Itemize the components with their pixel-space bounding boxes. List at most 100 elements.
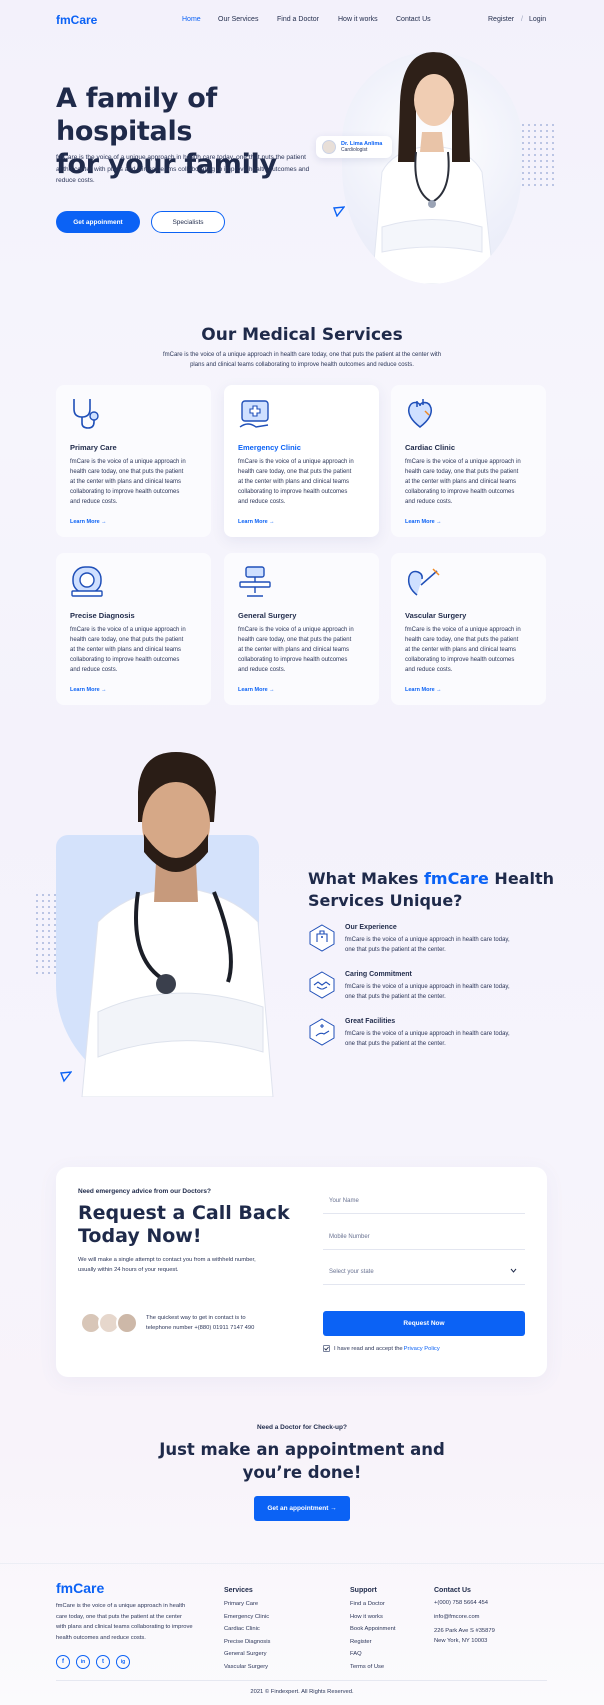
unique-title-brand: fmCare [423,869,489,888]
footer-support-head: Support [350,1587,377,1594]
footer-service-link[interactable]: General Surgery [224,1648,270,1661]
footer-about-line: health outcomes and reduce costs. [56,1634,146,1641]
service-card-text-line: health care today, one that puts the pat… [70,469,184,475]
service-card-text-line: fmCare is the voice of a unique approach… [238,459,354,465]
learn-more-link[interactable]: Learn More → [70,687,107,693]
nav-find-doctor[interactable]: Find a Doctor [277,16,319,23]
footer-contact-list: +(000) 758 5664 454 info@fmcore.com 226 … [434,1598,495,1646]
nav-home[interactable]: Home [182,16,201,23]
specialists-button[interactable]: Specialists [151,211,225,233]
auth-separator: / [521,16,523,23]
consent-row: I have read and accept the Privacy Polic… [323,1345,440,1352]
login-link[interactable]: Login [529,16,546,23]
service-card-text: fmCare is the voice of a unique approach… [238,457,370,507]
footer-service-link[interactable]: Primary Care [224,1598,270,1611]
service-card-text-line: health care today, one that puts the pat… [405,469,519,475]
doctor-avatars [78,1310,148,1336]
service-card[interactable]: General Surgery fmCare is the voice of a … [224,553,379,705]
footer-phone[interactable]: +(000) 758 5664 454 [434,1598,495,1608]
service-card-text-line: collaborating to improve health outcomes [405,657,515,663]
service-card-text-line: and reduce costs. [238,667,286,673]
footer-support-link[interactable]: Book Appoinment [350,1623,395,1636]
service-card-title: Vascular Surgery [405,611,467,620]
mobile-field[interactable]: Mobile Number [323,1224,525,1250]
service-card-text-line: health care today, one that puts the pat… [238,469,352,475]
nav-how-it-works[interactable]: How it works [338,16,378,23]
footer-service-link[interactable]: Emergency Clinic [224,1611,270,1624]
footer-logo[interactable]: fmCare [56,1580,104,1596]
appointment-eyebrow: Need a Doctor for Check-up? [257,1424,347,1431]
contact-note-line1: The quickest way to get in contact is to [146,1315,246,1321]
footer-service-link[interactable]: Precise Diagnosis [224,1636,270,1649]
instagram-icon[interactable]: ig [116,1655,130,1669]
linkedin-icon[interactable]: in [76,1655,90,1669]
service-card-text-line: and reduce costs. [238,499,286,505]
privacy-policy-link[interactable]: Privacy Policy [404,1346,440,1352]
learn-more-link[interactable]: Learn More → [405,687,442,693]
request-now-button[interactable]: Request Now [323,1311,525,1336]
hero-doctor-photo [342,52,522,284]
hero-title-line1: A family of hospitals [56,83,217,147]
feature-title: Our Experience [345,924,397,931]
services-intro-line2: plans and clinical teams collaborating t… [190,362,414,368]
service-card-text-line: health care today, one that puts the pat… [238,637,352,643]
twitter-icon[interactable]: t [96,1655,110,1669]
callback-desc-line2: usually within 24 hours of your request. [78,1267,179,1273]
footer-about-line: care today, one that puts the patient at… [56,1613,182,1620]
service-card-text: fmCare is the voice of a unique approach… [405,625,537,675]
callback-description: We will make a single attempt to contact… [78,1255,256,1275]
footer-support-link[interactable]: Register [350,1636,395,1649]
service-card-text-line: fmCare is the voice of a unique approach… [405,459,521,465]
service-card[interactable]: Precise Diagnosis fmCare is the voice of … [56,553,211,705]
get-an-appointment-button[interactable]: Get an appointment → [254,1496,350,1521]
footer-service-link[interactable]: Cardiac Clinic [224,1623,270,1636]
register-link[interactable]: Register [488,16,514,23]
triangle-decoration [333,204,346,222]
services-intro-line1: fmCare is the voice of a unique approach… [162,352,442,358]
state-select[interactable]: Select your state [323,1259,525,1285]
feature-item: Our Experience fmCare is the voice of a u… [308,924,558,958]
callback-title: Request a Call Back Today Now! [78,1202,290,1248]
appointment-title: Just make an appointment and you’re done… [0,1438,604,1484]
service-card-text-line: collaborating to improve health outcomes [405,489,515,495]
service-card[interactable]: Vascular Surgery fmCare is the voice of a… [391,553,546,705]
footer-support-link[interactable]: How it works [350,1611,395,1624]
footer-support-link[interactable]: Find a Doctor [350,1598,395,1611]
nav-contact-us[interactable]: Contact Us [396,16,431,23]
service-card-title: Precise Diagnosis [70,611,135,620]
unique-title-part2: Health [488,869,554,888]
doctor-role: Cardiologist [341,147,368,153]
learn-more-link[interactable]: Learn More → [70,519,107,525]
learn-more-link[interactable]: Learn More → [238,687,275,693]
service-card-text: fmCare is the voice of a unique approach… [70,625,202,675]
consent-checkbox[interactable] [323,1345,330,1352]
service-card-text-line: health care today, one that puts the pat… [405,637,519,643]
logo[interactable]: fmCare [56,13,97,27]
service-card[interactable]: Cardiac Clinic fmCare is the voice of a u… [391,385,546,537]
appointment-title-line1: Just make an appointment and [159,1440,445,1459]
feature-text-line: one that puts the patient at the center. [345,1041,446,1047]
service-card-text-line: and reduce costs. [405,499,453,505]
contact-note: The quickest way to get in contact is to… [146,1313,254,1333]
copyright: 2021 © Findexpert. All Rights Reserved. [250,1689,354,1695]
nav-our-services[interactable]: Our Services [218,16,258,23]
service-card-text: fmCare is the voice of a unique approach… [70,457,202,507]
service-card[interactable]: Primary Care fmCare is the voice of a uni… [56,385,211,537]
service-card-text: fmCare is the voice of a unique approach… [405,457,537,507]
feature-title: Caring Commitment [345,971,412,978]
footer-support-link[interactable]: FAQ [350,1648,395,1661]
service-card-title: Cardiac Clinic [405,443,456,452]
appointment-title-line2: you’re done! [242,1463,362,1482]
footer-about: fmCare is the voice of a unique approach… [56,1601,193,1643]
facebook-icon[interactable]: f [56,1655,70,1669]
learn-more-link[interactable]: Learn More → [405,519,442,525]
footer-support-link[interactable]: Terms of Use [350,1661,395,1674]
unique-title-part1: What Makes [308,869,424,888]
footer-email[interactable]: info@fmcore.com [434,1612,495,1622]
footer-service-link[interactable]: Vascular Surgery [224,1661,270,1674]
learn-more-link[interactable]: Learn More → [238,519,275,525]
service-card[interactable]: Emergency Clinic fmCare is the voice of a… [224,385,379,537]
get-appointment-button[interactable]: Get appoinment [56,211,140,233]
name-field[interactable]: Your Name [323,1188,525,1214]
name-field-placeholder: Your Name [329,1197,359,1204]
